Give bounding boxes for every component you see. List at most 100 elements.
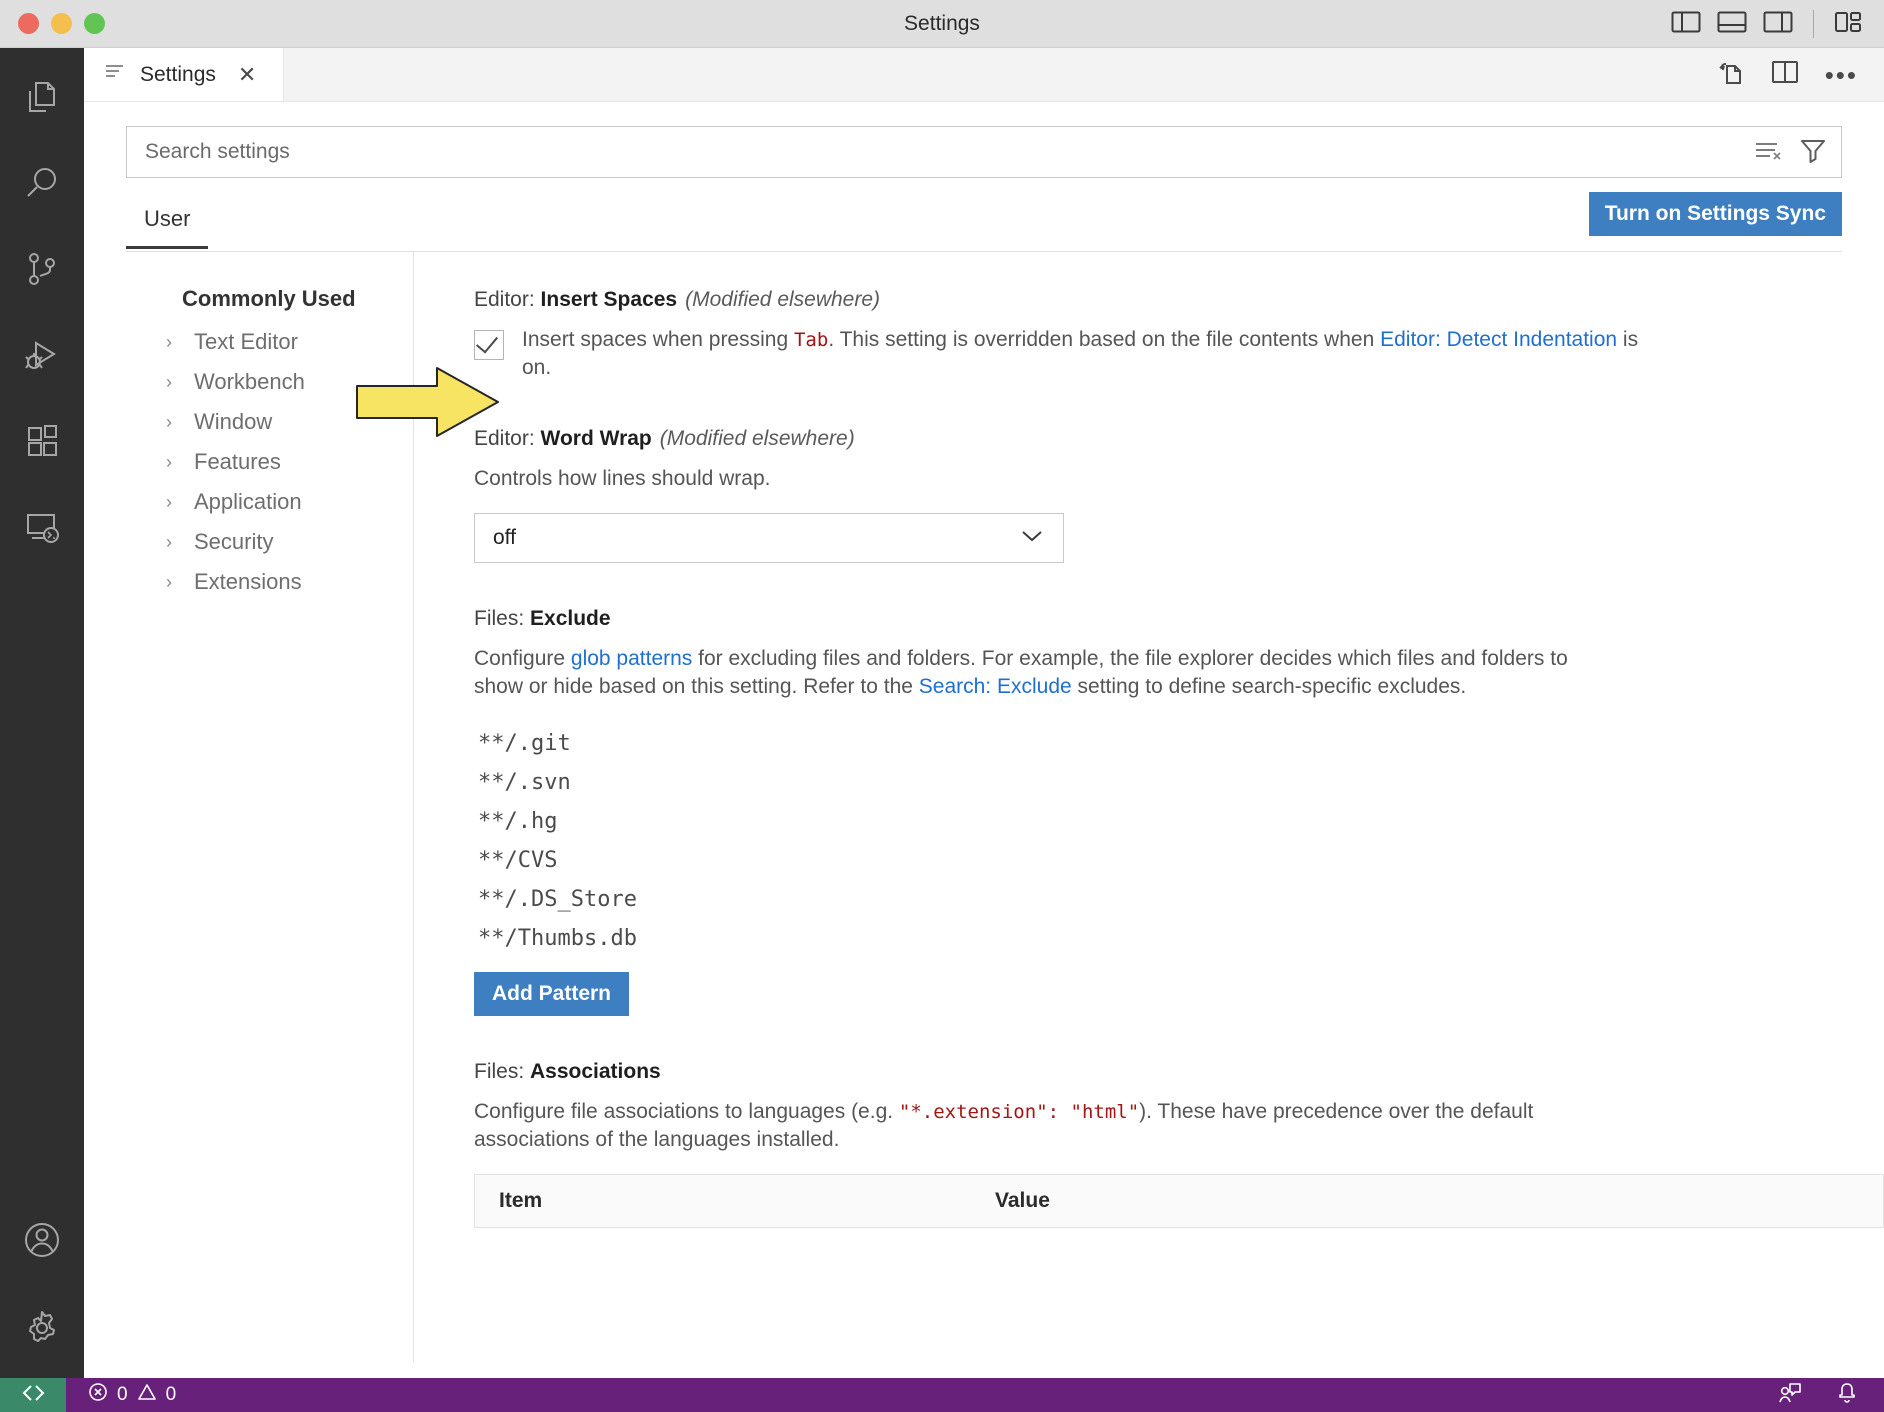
settings-content: Commonly Used › Text Editor › Workbench …: [84, 252, 1884, 1362]
warning-count: 0: [165, 1384, 177, 1405]
list-item[interactable]: **/.git: [474, 724, 1884, 763]
detect-indentation-link[interactable]: Editor: Detect Indentation: [1380, 328, 1617, 351]
chevron-right-icon: ›: [166, 371, 172, 392]
activity-bar-top-group: [0, 70, 84, 558]
notifications-button[interactable]: [1836, 1382, 1858, 1409]
extensions-icon: [22, 421, 62, 466]
chevron-right-icon: ›: [166, 491, 172, 512]
desc-part-2: . This setting is overridden based on th…: [828, 328, 1381, 351]
remote-explorer-icon: [22, 507, 62, 552]
setting-category: Editor:: [474, 288, 541, 311]
search-box[interactable]: [126, 126, 1842, 178]
remote-host-icon: [20, 1383, 46, 1408]
exclude-pattern-list: **/.git **/.svn **/.hg **/CVS **/.DS_Sto…: [474, 724, 1884, 958]
sidebar-item-remote-explorer[interactable]: [0, 500, 84, 558]
divider: [1813, 10, 1814, 38]
sidebar-item-explorer[interactable]: [0, 70, 84, 128]
search-input[interactable]: [127, 127, 1841, 177]
list-item[interactable]: **/Thumbs.db: [474, 919, 1884, 958]
toc-item-label: Text Editor: [194, 329, 298, 354]
settings-editor: User Turn on Settings Sync Commonly Used…: [84, 102, 1884, 1385]
add-pattern-button[interactable]: Add Pattern: [474, 971, 630, 1016]
word-wrap-select[interactable]: off: [474, 513, 1064, 564]
list-item[interactable]: **/CVS: [474, 841, 1884, 880]
column-header-item: Item: [499, 1189, 543, 1213]
toc-item-extensions[interactable]: › Extensions: [84, 562, 413, 602]
filter-icon[interactable]: [1799, 137, 1827, 168]
settings-items-list: Editor: Insert Spaces (Modified elsewhere…: [414, 252, 1884, 1362]
close-icon[interactable]: ✕: [238, 63, 256, 86]
glob-patterns-link[interactable]: glob patterns: [571, 647, 692, 670]
search-exclude-link[interactable]: Search: Exclude: [919, 675, 1072, 698]
setting-editor-word-wrap: Editor: Word Wrap (Modified elsewhere) Co…: [474, 427, 1884, 564]
customize-layout-icon[interactable]: [1834, 10, 1864, 39]
column-header-value: Value: [995, 1189, 1050, 1213]
feedback-button[interactable]: [1778, 1382, 1802, 1409]
setting-description: Insert spaces when pressing Tab. This se…: [522, 326, 1652, 383]
explorer-files-icon: [22, 77, 62, 122]
desc-part-1: Insert spaces when pressing: [522, 328, 794, 351]
checkmark-icon: [475, 330, 499, 354]
sidebar-item-accounts[interactable]: [0, 1213, 84, 1271]
sidebar-item-extensions[interactable]: [0, 414, 84, 472]
setting-title: Files: Exclude: [474, 607, 1884, 631]
setting-title: Files: Associations: [474, 1060, 1884, 1084]
associations-table: Item Value: [474, 1174, 1884, 1229]
setting-description: Controls how lines should wrap.: [474, 466, 771, 490]
tab-keyword: Tab: [793, 329, 829, 351]
chevron-right-icon: ›: [166, 531, 172, 552]
sidebar-item-search[interactable]: [0, 156, 84, 214]
toc-item-label: Workbench: [194, 369, 305, 394]
search-box-icons: [1753, 137, 1827, 168]
turn-on-settings-sync-button[interactable]: Turn on Settings Sync: [1588, 192, 1842, 236]
tab-label: Settings: [140, 62, 216, 86]
tab-user[interactable]: User: [126, 200, 209, 249]
notifications-bell-icon: [1836, 1382, 1858, 1409]
error-icon: [88, 1382, 108, 1408]
setting-description: Configure glob patterns for excluding fi…: [474, 645, 1604, 702]
list-item[interactable]: **/.hg: [474, 802, 1884, 841]
open-settings-json-icon[interactable]: [1717, 58, 1745, 91]
error-count: 0: [117, 1384, 128, 1405]
activity-bar-bottom-group: [0, 1213, 84, 1359]
list-item[interactable]: **/.svn: [474, 763, 1884, 802]
editor-actions: •••: [1717, 48, 1884, 101]
sidebar-item-manage-settings[interactable]: [0, 1301, 84, 1359]
word-wrap-value: off: [493, 526, 516, 550]
insert-spaces-checkbox[interactable]: [474, 330, 504, 360]
source-control-branch-icon: [22, 249, 62, 294]
remote-host-indicator[interactable]: [0, 1378, 66, 1412]
activity-bar: [0, 48, 84, 1385]
desc-part-3: setting to define search-specific exclud…: [1071, 675, 1467, 699]
status-bar: 0 0: [0, 1378, 1884, 1412]
annotation-arrow: [355, 366, 500, 443]
toc-item-features[interactable]: › Features: [84, 442, 413, 482]
toc-title: Commonly Used: [182, 286, 356, 311]
setting-editor-insert-spaces: Editor: Insert Spaces (Modified elsewhere…: [474, 288, 1884, 383]
toc-item-text-editor[interactable]: › Text Editor: [84, 322, 413, 362]
split-editor-icon[interactable]: [1771, 59, 1799, 90]
toggle-primary-sidebar-icon[interactable]: [1671, 10, 1701, 39]
list-item[interactable]: **/.DS_Store: [474, 880, 1884, 919]
setting-description: Configure file associations to languages…: [474, 1098, 1604, 1155]
toc-item-security[interactable]: › Security: [84, 522, 413, 562]
tab-settings[interactable]: Settings ✕: [84, 48, 284, 101]
vscode-window: Settings Settings ✕ ••• Search settings …: [0, 0, 1884, 1412]
sidebar-item-run-and-debug[interactable]: [0, 328, 84, 386]
toc-item-label: Window: [194, 409, 273, 434]
toc-item-label: Extensions: [194, 569, 302, 594]
chevron-right-icon: ›: [166, 331, 172, 352]
modified-elsewhere-badge: (Modified elsewhere): [685, 288, 881, 311]
more-actions-icon[interactable]: •••: [1825, 62, 1858, 88]
setting-name: Exclude: [530, 607, 611, 631]
toc-item-application[interactable]: › Application: [84, 482, 413, 522]
sidebar-item-source-control[interactable]: [0, 242, 84, 300]
problems-status-item[interactable]: 0 0: [88, 1382, 176, 1408]
title-bar: Settings: [0, 0, 1884, 48]
gear-icon: [20, 1306, 64, 1355]
clear-settings-search-icon[interactable]: [1753, 138, 1783, 167]
table-header-row: Item Value: [475, 1175, 1883, 1227]
toggle-panel-icon[interactable]: [1717, 10, 1747, 39]
setting-name: Insert Spaces: [540, 288, 678, 311]
toggle-secondary-sidebar-icon[interactable]: [1763, 10, 1793, 39]
